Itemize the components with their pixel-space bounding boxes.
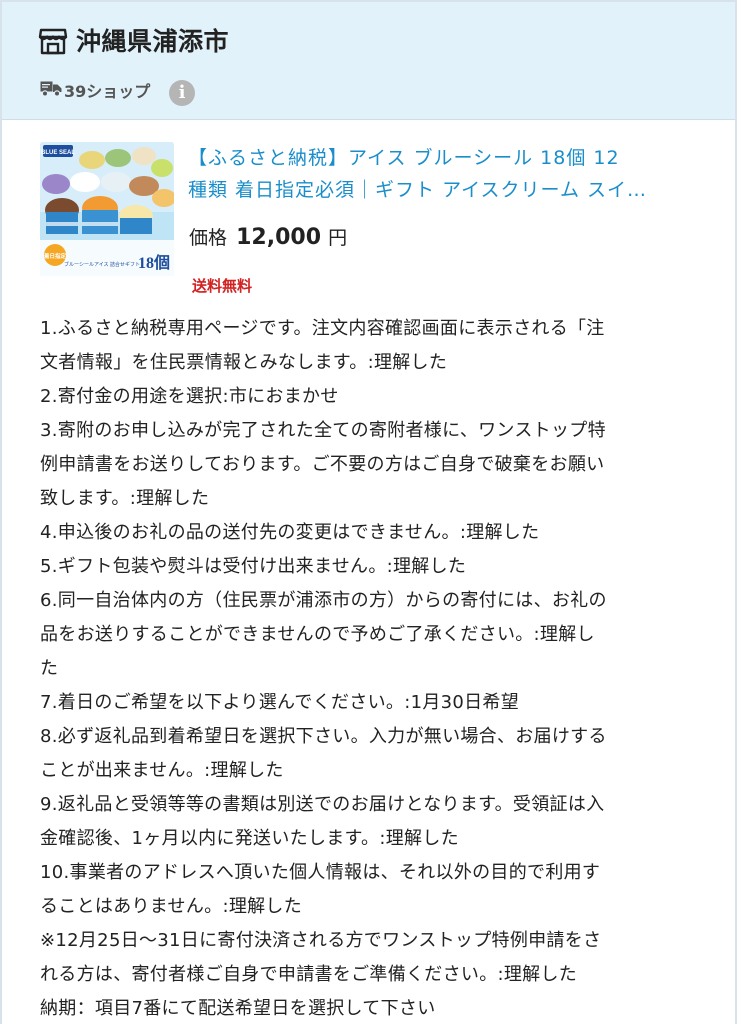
price-row: 価格 12,000 円 [189,223,347,250]
ice-cream-gift-image: BLUE SEAL 着日指定 ブルーシールアイス 詰合せギフト 18個 [40,142,174,276]
price-unit: 円 [328,227,348,249]
note-line: 例申請書をお送りしております。ご不要の方はご自身で破棄をお願い [40,454,605,475]
note-line: ※12月25日〜31日に寄付決済される方でワンストップ特例申請をさ [40,930,602,951]
note-line: 2.寄付金の用途を選択:市におまかせ [40,386,339,407]
product-title-line: 種類 着日指定必須｜ギフト アイスクリーム スイ… [188,179,648,201]
note-line: 納期：項目7番にて配送希望日を選択して下さい [40,998,436,1019]
note-line: 9.返礼品と受領等等の書類は別送でのお届けとなります。受領証は入 [40,794,605,815]
truck-icon [40,81,62,97]
product-title-link[interactable]: 【ふるさと納税】アイス ブルーシール 18個 12 種類 着日指定必須｜ギフト … [188,142,688,206]
note-line: た [40,658,59,679]
note-line: ことが出来ません。:理解した [40,760,284,781]
note-line: 5.ギフト包装や熨斗は受付け出来ません。:理解した [40,556,467,577]
count-text: 18個 [138,253,170,272]
store-icon [38,28,68,55]
note-line: 8.必ず返礼品到着希望日を選択下さい。入力が無い場合、お届けする [40,726,607,747]
note-line: 致します。:理解した [40,488,210,509]
note-line: 7.着日のご希望を以下より選んでください。:1月30日希望 [40,692,520,713]
note-line: 文者情報」を住民票情報とみなします。:理解した [40,352,448,373]
price-value: 12,000 [236,225,322,250]
order-notes: 1.ふるさと納税専用ページです。注文内容確認画面に表示される「注 文者情報」を住… [40,312,712,1024]
shop-header: 沖縄県浦添市 39ショップ i [2,0,735,120]
price-label: 価格 [189,227,228,249]
info-icon[interactable]: i [169,80,195,106]
caption-text: ブルーシールアイス 詰合せギフト [64,261,140,268]
brand-logo-text: BLUE SEAL [41,150,75,156]
note-line: 4.申込後のお礼の品の送付先の変更はできません。:理解した [40,522,540,543]
note-line: 金確認後、1ヶ月以内に発送いたします。:理解した [40,828,459,849]
note-line: 品をお送りすることができませんので予めご了承ください。:理解し [40,624,595,645]
badge-text: 着日指定 [43,252,67,260]
note-line: 1.ふるさと納税専用ページです。注文内容確認画面に表示される「注 [40,318,605,339]
product-thumbnail[interactable]: BLUE SEAL 着日指定 ブルーシールアイス 詰合せギフト 18個 [40,142,174,276]
order-item-card: 沖縄県浦添市 39ショップ i BLUE SEAL 着日指定 ブルーシールアイス… [0,0,737,1024]
note-line: ることはありません。:理解した [40,896,303,917]
note-line: 6.同一自治体内の方（住民票が浦添市の方）からの寄付には、お礼の [40,590,607,611]
product-title-line: 【ふるさと納税】アイス ブルーシール 18個 12 [188,147,620,169]
scrollbar-thumb[interactable] [735,975,737,1017]
free-shipping-label: 送料無料 [192,277,253,295]
note-line: 10.事業者のアドレスへ頂いた個人情報は、それ以外の目的で利用す [40,862,601,883]
note-line: れる方は、寄付者様ご自身で申請書をご準備ください。:理解した [40,964,578,985]
note-line: 3.寄附のお申し込みが完了された全ての寄附者様に、ワンストップ特 [40,420,606,441]
shipping-type-label: 39ショップ [64,82,151,101]
shop-name[interactable]: 沖縄県浦添市 [76,22,229,58]
